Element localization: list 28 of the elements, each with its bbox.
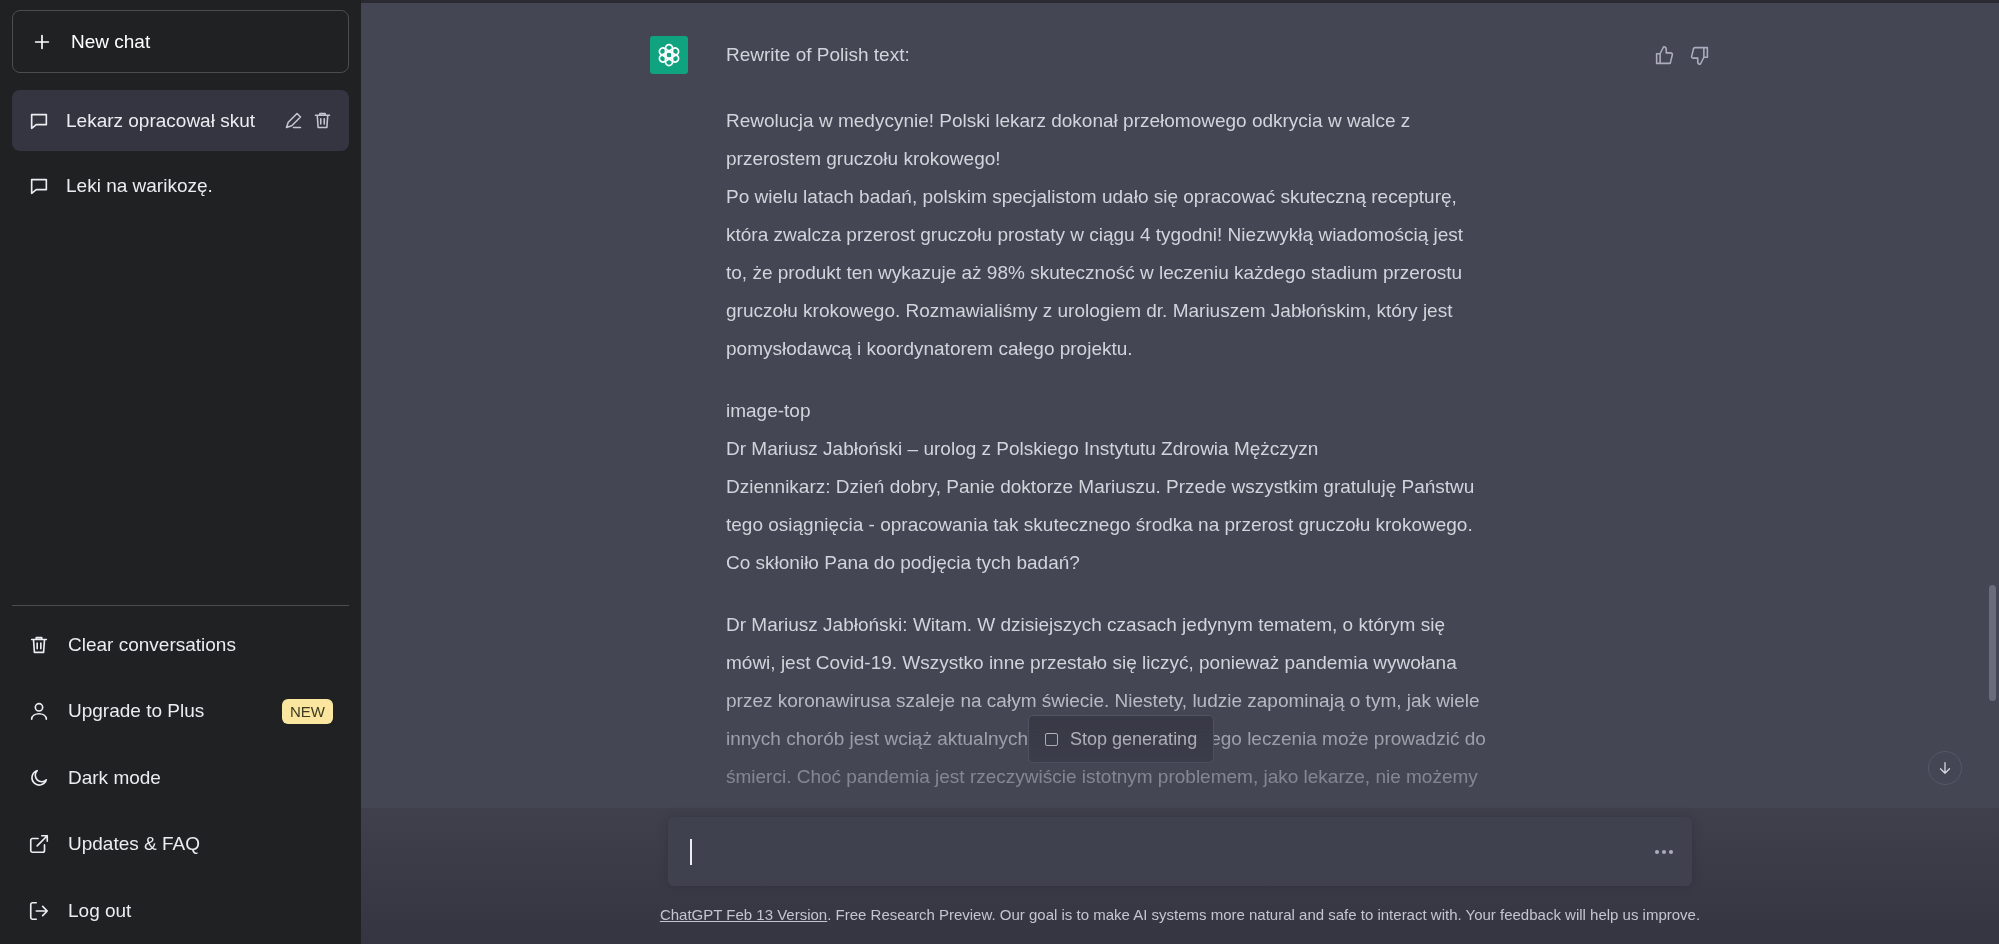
- external-link-icon: [28, 833, 50, 856]
- dots-icon: [1654, 848, 1674, 855]
- scrollbar[interactable]: [1989, 585, 1996, 701]
- version-link[interactable]: ChatGPT Feb 13 Version: [659, 906, 828, 923]
- logout-icon: [28, 899, 50, 922]
- trash-icon[interactable]: [312, 110, 333, 131]
- pencil-icon[interactable]: [283, 110, 304, 131]
- new-badge: NEW: [282, 698, 333, 724]
- conversation-item[interactable]: Leki na warikozę.: [12, 155, 349, 216]
- stop-generating-button[interactable]: Stop generating: [1028, 715, 1215, 763]
- sidebar-menu-item[interactable]: Log out: [12, 877, 349, 944]
- message-header: Rewrite of Polish text:: [726, 43, 910, 67]
- new-chat-button[interactable]: New chat: [12, 10, 349, 73]
- message-text: innych chorób jest wciąż aktualnych: [726, 727, 1029, 751]
- message-paragraph: image-top Dr Mariusz Jabłoński – urolog z Polskiego Instytutu Zdrowia Mężczyzn Dziennikarz: Dzień dobry, Panie doktorze Mariuszu. Przede wszystkim gratuluję Państwu tego osiągnięcia - opracowania tak skutecznego środka na przerost gruczołu krokowego. Co skłoniło Pana do podjęcia tych badań?: [726, 399, 1476, 575]
- scroll-down-button[interactable]: [1928, 751, 1962, 785]
- sidebar-menu-item[interactable]: Upgrade to Plus NEW: [12, 678, 349, 745]
- thumbs-down-icon[interactable]: [1689, 44, 1710, 66]
- sidebar-menu-item[interactable]: Clear conversations: [12, 611, 349, 678]
- user-icon: [28, 700, 50, 723]
- message-text: śmierci. Choć pandemia jest rzeczywiście istotnym problemem, jako lekarze, nie możemy: [726, 765, 1479, 789]
- thumbs-up-icon[interactable]: [1654, 44, 1675, 66]
- footer-note: ChatGPT Feb 13 Version. Free Research Preview. Our goal is to make AI systems more natural and safe to interact with. Your feedback will help us improve.: [659, 906, 1701, 923]
- sidebar-menu-item[interactable]: Updates & FAQ: [12, 811, 349, 878]
- conversation-item[interactable]: Lekarz opracował skut: [12, 90, 349, 151]
- sidebar-menu-item[interactable]: Dark mode: [12, 744, 349, 811]
- message-input[interactable]: [668, 817, 1692, 886]
- message-paragraph: Rewolucja w medycynie! Polski lekarz dokonał przełomowego odkrycia w walce z przerostem gruczołu krokowego! Po wielu latach badań, polskim specjalistom udało się opracować skuteczną recepturę, która zwalcza przerost gruczołu prostaty w ciągu 4 tygodni! Niezwykłą wiadomością jest to, że produkt ten wykazuje aż 98% skuteczność w leczeniu każdego stadium przerostu gruczołu krokowego. Rozmawialiśmy z urologiem dr. Mariuszem Jabłońskim, który jest pomysłodawcą i koordynatorem całego projektu.: [726, 109, 1465, 361]
